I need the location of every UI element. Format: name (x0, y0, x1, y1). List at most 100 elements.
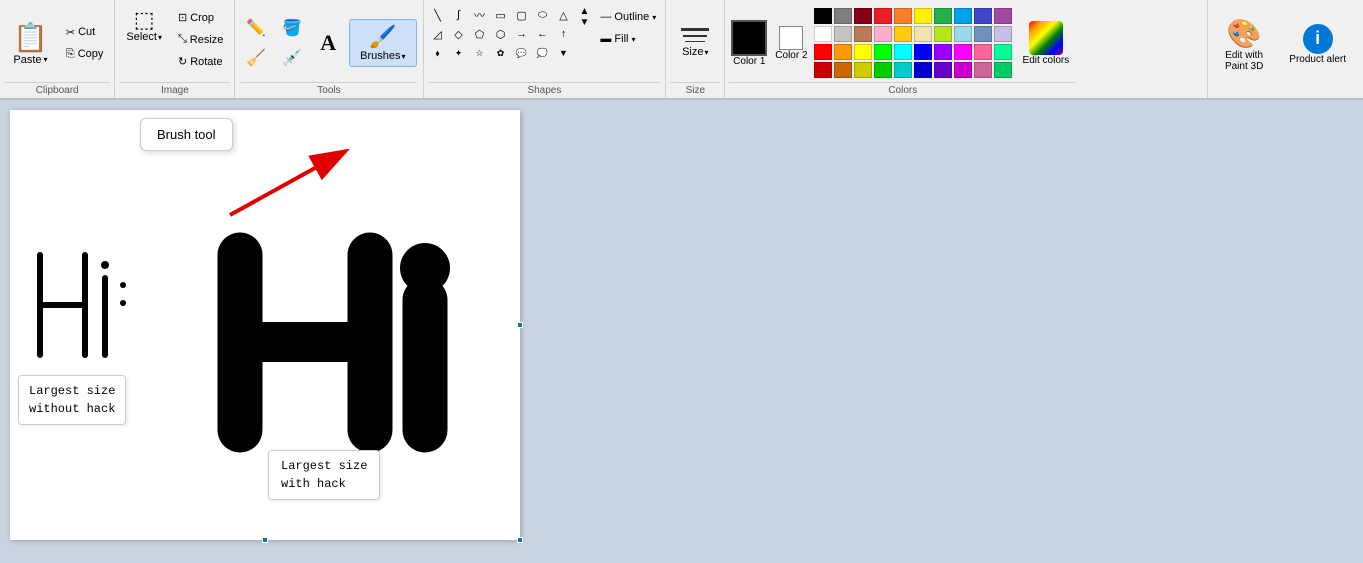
color2-button[interactable]: Color 2 (773, 24, 809, 63)
canvas-area: Brush tool Largest size without hack Lar… (0, 100, 1363, 560)
pencil-button[interactable]: ✏️ (241, 15, 271, 41)
shape-scroll[interactable]: ▼ (554, 44, 574, 62)
palette-swatch-38[interactable] (974, 62, 992, 78)
shape-left-arrow[interactable]: ← (533, 25, 553, 43)
palette-swatch-7[interactable] (954, 8, 972, 24)
resize-button[interactable]: ⤡ Resize (171, 30, 230, 49)
size-icon (681, 28, 709, 42)
shape-curve[interactable]: ∫ (449, 6, 469, 24)
shape-5[interactable]: ✦ (449, 44, 469, 62)
palette-swatch-20[interactable] (814, 44, 832, 60)
shape-round-rect[interactable]: ▢ (512, 6, 532, 24)
rotate-icon: ↻ (178, 55, 187, 68)
palette-swatch-3[interactable] (874, 8, 892, 24)
palette-swatch-9[interactable] (994, 8, 1012, 24)
palette-swatch-27[interactable] (954, 44, 972, 60)
size-section: Size ▾ Size (666, 0, 725, 98)
palette-swatch-1[interactable] (834, 8, 852, 24)
shape-4[interactable]: ⬧ (428, 44, 448, 62)
palette-swatch-36[interactable] (934, 62, 952, 78)
shape-line[interactable]: ╲ (428, 6, 448, 24)
palette-swatch-30[interactable] (814, 62, 832, 78)
size-button[interactable]: Size ▾ (676, 23, 714, 63)
palette-swatch-25[interactable] (914, 44, 932, 60)
colors-label: Colors (729, 82, 1076, 98)
image-section: ⬚ Select ▾ ⊡ Crop ⤡ Resize (115, 0, 235, 98)
palette-swatch-6[interactable] (934, 8, 952, 24)
select-icon: ⬚ (134, 9, 155, 31)
shape-diamond[interactable]: ◇ (449, 25, 469, 43)
palette-swatch-10[interactable] (814, 26, 832, 42)
product-alert-button[interactable]: i Product alert (1280, 19, 1355, 70)
cut-icon: ✂ (66, 26, 75, 39)
shape-right-triangle[interactable]: ◿ (428, 25, 448, 43)
palette-swatch-2[interactable] (854, 8, 872, 24)
brush-tool-tooltip: Brush tool (140, 118, 233, 151)
handle-bottom-right[interactable] (517, 537, 523, 543)
palette-swatch-17[interactable] (954, 26, 972, 42)
palette-swatch-0[interactable] (814, 8, 832, 24)
palette-swatch-34[interactable] (894, 62, 912, 78)
palette-swatch-26[interactable] (934, 44, 952, 60)
fill-bucket-button[interactable]: 🪣 (277, 15, 307, 41)
palette-swatch-15[interactable] (914, 26, 932, 42)
eyedropper-button[interactable]: 💉 (277, 45, 307, 71)
shapes-scroll[interactable]: ▲▼ (578, 4, 592, 30)
shape-up-arrow[interactable]: ↑ (554, 25, 574, 43)
rotate-button[interactable]: ↻ Rotate (171, 52, 230, 71)
copy-button[interactable]: ⎘ Copy (59, 45, 111, 64)
shape-9[interactable]: 💭 (533, 44, 553, 62)
handle-right-center[interactable] (517, 322, 523, 328)
palette-swatch-33[interactable] (874, 62, 892, 78)
text-button[interactable]: A (313, 25, 343, 61)
palette-swatch-29[interactable] (994, 44, 1012, 60)
cut-button[interactable]: ✂ Cut (59, 23, 111, 42)
outline-icon: — (600, 11, 611, 23)
eraser-button[interactable]: 🧹 (241, 45, 271, 71)
palette-swatch-16[interactable] (934, 26, 952, 42)
tools-label: Tools (241, 82, 416, 98)
palette-swatch-37[interactable] (954, 62, 972, 78)
palette-swatch-22[interactable] (854, 44, 872, 60)
paste-button[interactable]: 📋 Paste ▾ (4, 18, 57, 69)
handle-bottom-center[interactable] (262, 537, 268, 543)
shape-6[interactable]: ☆ (470, 44, 490, 62)
shape-ellipse[interactable]: ⬭ (533, 6, 553, 24)
shape-rect[interactable]: ▭ (491, 6, 511, 24)
outline-button[interactable]: — Outline ▾ (595, 8, 661, 26)
palette-swatch-32[interactable] (854, 62, 872, 78)
shape-freeform[interactable]: 〰 (470, 6, 490, 24)
crop-button[interactable]: ⊡ Crop (171, 8, 230, 27)
palette-swatch-12[interactable] (854, 26, 872, 42)
shape-right-arrow[interactable]: → (512, 25, 532, 43)
canvas-wrapper[interactable]: Brush tool Largest size without hack Lar… (10, 110, 520, 540)
palette-swatch-31[interactable] (834, 62, 852, 78)
palette-swatch-24[interactable] (894, 44, 912, 60)
palette-swatch-39[interactable] (994, 62, 1012, 78)
palette-swatch-5[interactable] (914, 8, 932, 24)
palette-swatch-35[interactable] (914, 62, 932, 78)
edit-paint3d-button[interactable]: 🎨 Edit withPaint 3D (1216, 12, 1272, 77)
palette-swatch-14[interactable] (894, 26, 912, 42)
select-button[interactable]: ⬚ Select ▾ (119, 6, 169, 46)
palette-swatch-4[interactable] (894, 8, 912, 24)
palette-swatch-13[interactable] (874, 26, 892, 42)
palette-swatch-28[interactable] (974, 44, 992, 60)
color1-button[interactable]: Color 1 (729, 18, 769, 69)
palette-swatch-8[interactable] (974, 8, 992, 24)
palette-swatch-11[interactable] (834, 26, 852, 42)
annotation-without-hack: Largest size without hack (18, 375, 126, 425)
shape-pentagon[interactable]: ⬠ (470, 25, 490, 43)
tools-section: ✏️ 🧹 🪣 💉 A 🖌️ Brushes ▾ Tools (235, 0, 423, 98)
fill-button[interactable]: ▬ Fill ▾ (595, 30, 661, 48)
palette-swatch-23[interactable] (874, 44, 892, 60)
palette-swatch-19[interactable] (994, 26, 1012, 42)
palette-swatch-21[interactable] (834, 44, 852, 60)
edit-colors-button[interactable]: Edit colors (1016, 16, 1077, 71)
shape-8[interactable]: 💬 (512, 44, 532, 62)
shape-7[interactable]: ✿ (491, 44, 511, 62)
shape-triangle[interactable]: △ (554, 6, 574, 24)
shape-hexagon[interactable]: ⬡ (491, 25, 511, 43)
palette-swatch-18[interactable] (974, 26, 992, 42)
brushes-button[interactable]: 🖌️ Brushes ▾ (349, 19, 416, 67)
